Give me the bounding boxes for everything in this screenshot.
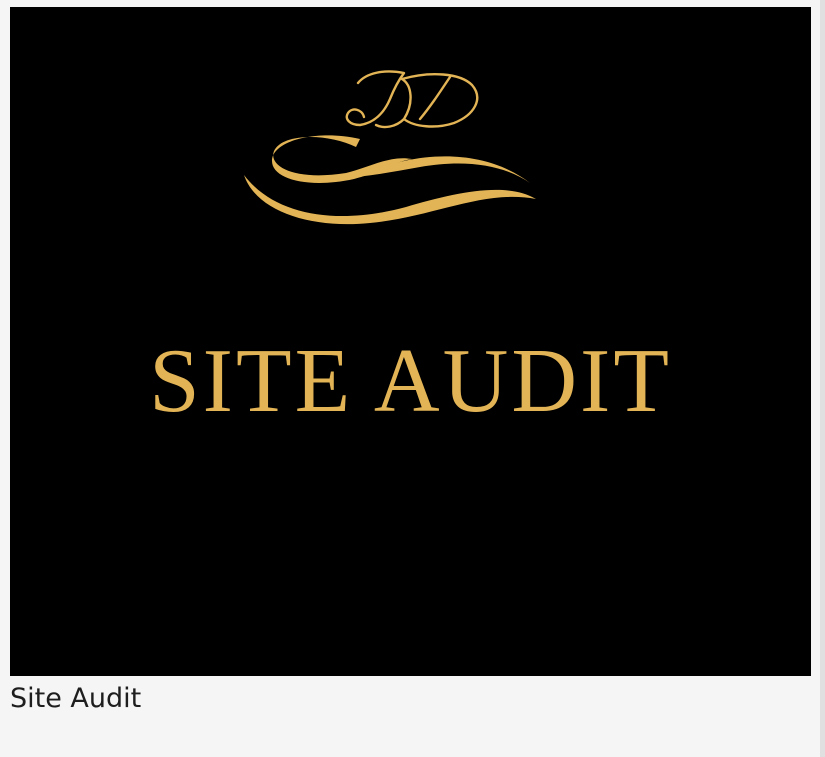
- jd-monogram-icon: [345, 70, 479, 129]
- image-caption: Site Audit: [10, 683, 142, 714]
- page: SITE AUDIT Site Audit: [0, 0, 825, 757]
- site-audit-headline: SITE AUDIT: [149, 330, 672, 431]
- scrollbar-track[interactable]: [820, 0, 825, 757]
- swoosh-flourish-icon: [244, 135, 536, 225]
- site-audit-image[interactable]: SITE AUDIT: [10, 7, 811, 676]
